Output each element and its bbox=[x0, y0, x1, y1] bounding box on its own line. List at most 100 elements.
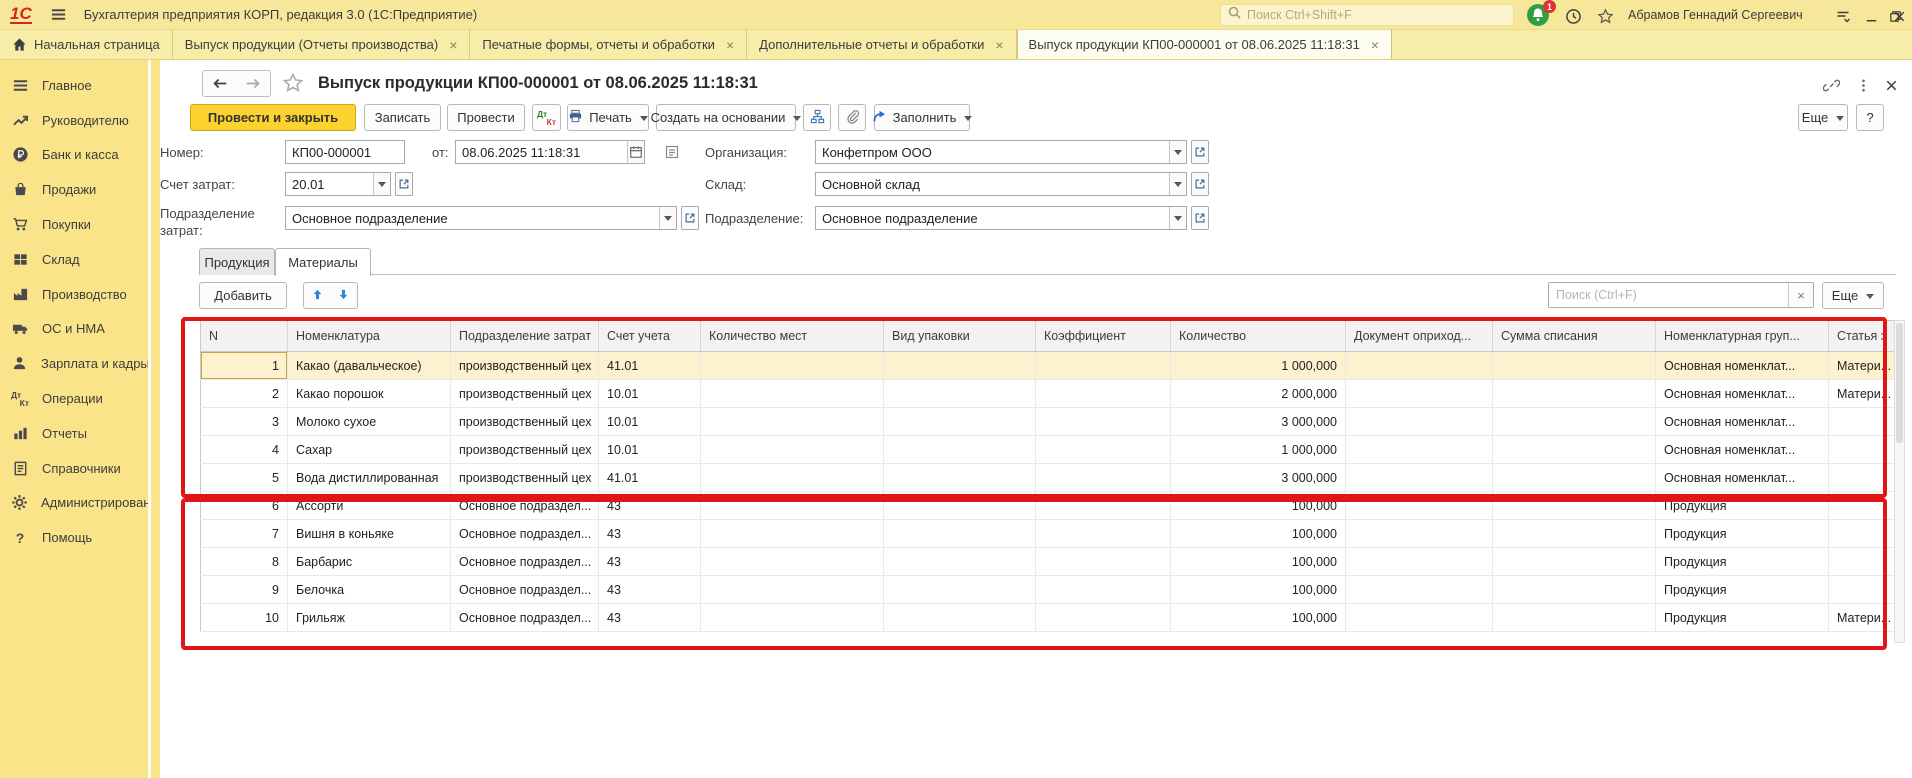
save-button[interactable]: Записать bbox=[364, 104, 441, 131]
grid-cell[interactable]: Вишня в коньяке bbox=[288, 520, 451, 548]
grid-cell[interactable] bbox=[884, 520, 1036, 548]
grid-cell[interactable]: Продукция bbox=[1656, 604, 1829, 632]
dropdown-caret-icon[interactable] bbox=[659, 207, 676, 229]
grid-cell[interactable] bbox=[1493, 352, 1656, 380]
grid-cell[interactable]: производственный цех bbox=[451, 408, 599, 436]
sidebar-item-cart[interactable]: Покупки bbox=[0, 207, 148, 242]
grid-cell[interactable] bbox=[1829, 436, 1895, 464]
grid-cell[interactable] bbox=[1493, 464, 1656, 492]
grid-cell[interactable] bbox=[701, 464, 884, 492]
forward-button[interactable] bbox=[236, 70, 271, 97]
grid-cell[interactable]: 41.01 bbox=[599, 352, 701, 380]
warehouse-input[interactable] bbox=[816, 173, 1169, 195]
open-department-button[interactable] bbox=[1191, 206, 1209, 230]
favorites-star-icon[interactable] bbox=[1592, 3, 1618, 29]
column-header[interactable]: Сумма списания bbox=[1493, 321, 1656, 352]
grid-cell[interactable] bbox=[1346, 520, 1493, 548]
grid-cell[interactable]: Основная номенклат... bbox=[1656, 464, 1829, 492]
global-search-input[interactable] bbox=[1247, 8, 1507, 22]
grid-cell[interactable]: Продукция bbox=[1656, 576, 1829, 604]
column-header[interactable]: Документ оприход... bbox=[1346, 321, 1493, 352]
close-document-icon[interactable] bbox=[1880, 74, 1902, 96]
grid-cell[interactable] bbox=[1346, 380, 1493, 408]
dropdown-caret-icon[interactable] bbox=[1169, 141, 1186, 163]
notifications-button[interactable]: 1 bbox=[1526, 3, 1552, 29]
column-header[interactable]: Статья з bbox=[1829, 321, 1895, 352]
sidebar-item-journal[interactable]: Справочники bbox=[0, 451, 148, 486]
current-user[interactable]: Абрамов Геннадий Сергеевич bbox=[1628, 8, 1803, 22]
grid-cell[interactable]: Основная номенклат... bbox=[1656, 436, 1829, 464]
grid-cell[interactable] bbox=[1036, 408, 1171, 436]
grid-cell[interactable] bbox=[1346, 604, 1493, 632]
grid-cell[interactable]: 4 bbox=[201, 436, 288, 464]
grid-cell[interactable]: 100,000 bbox=[1171, 492, 1346, 520]
column-header[interactable]: Номенклатура bbox=[288, 321, 451, 352]
grid-cell[interactable]: Барбарис bbox=[288, 548, 451, 576]
column-header[interactable]: Количество bbox=[1171, 321, 1346, 352]
grid-cell[interactable]: производственный цех bbox=[451, 352, 599, 380]
grid-cell[interactable] bbox=[1036, 548, 1171, 576]
dropdown-caret-icon[interactable] bbox=[1169, 173, 1186, 195]
grid-cell[interactable]: Сахар bbox=[288, 436, 451, 464]
grid-search-input[interactable] bbox=[1549, 283, 1788, 307]
column-header[interactable]: Вид упаковки bbox=[884, 321, 1036, 352]
grid-cell[interactable] bbox=[1493, 576, 1656, 604]
sidebar-item-person[interactable]: Зарплата и кадры bbox=[0, 346, 148, 381]
open-warehouse-button[interactable] bbox=[1191, 172, 1209, 196]
grid-cell[interactable]: 3 000,000 bbox=[1171, 408, 1346, 436]
post-and-close-button[interactable]: Провести и закрыть bbox=[190, 104, 356, 131]
grid-cell[interactable] bbox=[1036, 352, 1171, 380]
number-input[interactable] bbox=[286, 141, 404, 163]
grid-cell[interactable] bbox=[1829, 492, 1895, 520]
grid-cell[interactable]: Основная номенклат... bbox=[1656, 408, 1829, 436]
panel-splitter[interactable] bbox=[148, 60, 160, 778]
department-input[interactable] bbox=[816, 207, 1169, 229]
dropdown-caret-icon[interactable] bbox=[373, 173, 390, 195]
attachments-button[interactable] bbox=[838, 104, 866, 131]
grid-cell[interactable] bbox=[701, 548, 884, 576]
cost-account-input[interactable] bbox=[286, 173, 373, 195]
grid-cell[interactable] bbox=[701, 352, 884, 380]
clear-search-icon[interactable]: × bbox=[1788, 283, 1813, 307]
grid-cell[interactable] bbox=[1829, 408, 1895, 436]
grid-cell[interactable] bbox=[1829, 464, 1895, 492]
grid-cell[interactable]: 9 bbox=[201, 576, 288, 604]
grid-cell[interactable]: 43 bbox=[599, 520, 701, 548]
tab-close-icon[interactable]: × bbox=[995, 38, 1003, 52]
grid-cell[interactable] bbox=[884, 604, 1036, 632]
more-button[interactable]: Еще bbox=[1798, 104, 1848, 131]
grid-cell[interactable] bbox=[884, 408, 1036, 436]
grid-cell[interactable] bbox=[1036, 576, 1171, 604]
grid-cell[interactable]: Продукция bbox=[1656, 492, 1829, 520]
tab-products[interactable]: Продукция bbox=[199, 248, 275, 275]
grid-cell[interactable]: 100,000 bbox=[1171, 520, 1346, 548]
grid-cell[interactable] bbox=[884, 576, 1036, 604]
grid-cell[interactable]: 8 bbox=[201, 548, 288, 576]
grid-cell[interactable]: Грильяж bbox=[288, 604, 451, 632]
tab-1[interactable]: Выпуск продукции (Отчеты производства)× bbox=[173, 30, 471, 59]
grid-cell[interactable]: Какао порошок bbox=[288, 380, 451, 408]
grid-cell[interactable]: Продукция bbox=[1656, 520, 1829, 548]
grid-cell[interactable] bbox=[1493, 492, 1656, 520]
grid-cell[interactable]: 10.01 bbox=[599, 436, 701, 464]
grid-cell[interactable]: 6 bbox=[201, 492, 288, 520]
tab-4[interactable]: Выпуск продукции КП00-000001 от 08.06.20… bbox=[1017, 30, 1392, 59]
grid-cell[interactable] bbox=[1346, 436, 1493, 464]
tab-close-icon[interactable]: × bbox=[449, 38, 457, 52]
sidebar-item-bag[interactable]: Продажи bbox=[0, 172, 148, 207]
grid-cell[interactable] bbox=[1493, 408, 1656, 436]
window-close-icon[interactable] bbox=[1886, 3, 1912, 29]
grid-cell[interactable]: Продукция bbox=[1656, 548, 1829, 576]
grid-cell[interactable] bbox=[701, 576, 884, 604]
grid-cell[interactable]: Основное подраздел... bbox=[451, 548, 599, 576]
sidebar-item-gear[interactable]: Администрирование bbox=[0, 486, 148, 521]
grid-cell[interactable]: Ассорти bbox=[288, 492, 451, 520]
window-minimize-icon[interactable] bbox=[1858, 3, 1884, 29]
grid-cell[interactable] bbox=[884, 436, 1036, 464]
grid-cell[interactable] bbox=[1036, 520, 1171, 548]
grid-cell[interactable]: Матери... bbox=[1829, 380, 1895, 408]
tab-close-icon[interactable]: × bbox=[726, 38, 734, 52]
dropdown-caret-icon[interactable] bbox=[1169, 207, 1186, 229]
grid-cell[interactable]: Основное подраздел... bbox=[451, 520, 599, 548]
calendar-icon[interactable] bbox=[627, 141, 644, 163]
